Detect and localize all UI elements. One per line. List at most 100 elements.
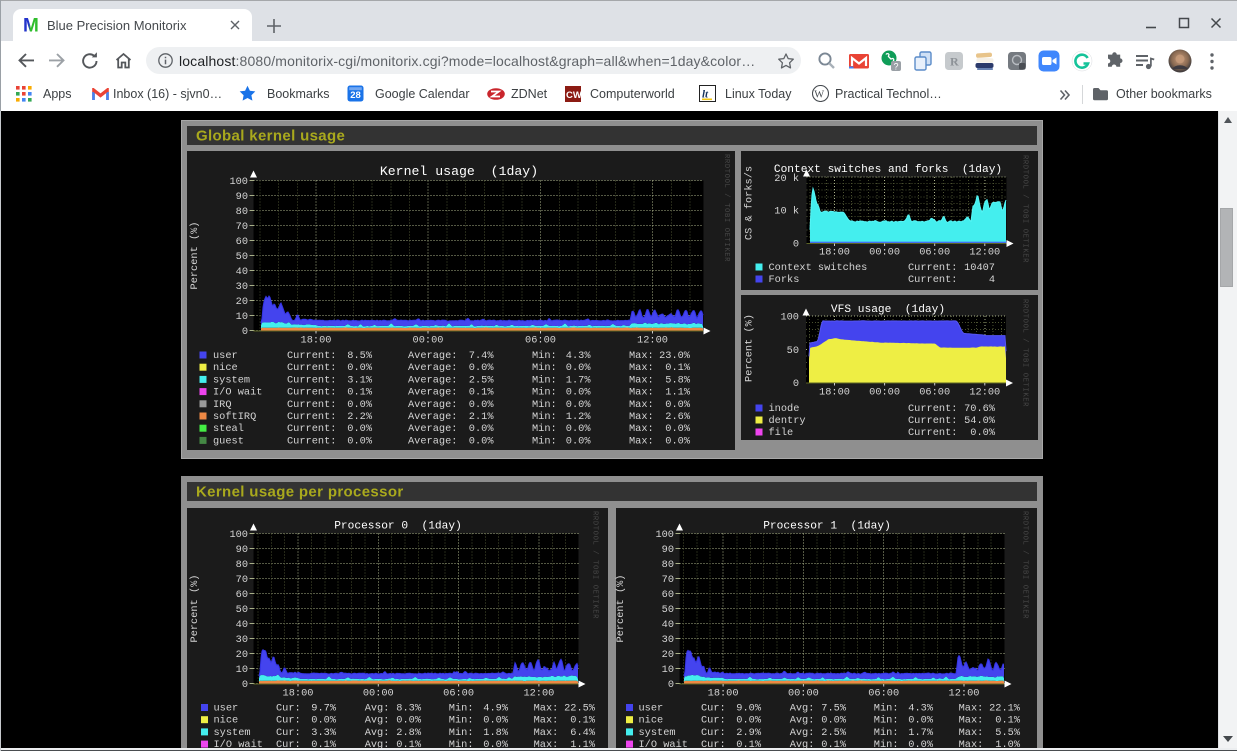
svg-text:R: R xyxy=(950,55,959,69)
svg-text:Current:: Current: xyxy=(908,415,957,427)
svg-text:54.0%: 54.0% xyxy=(964,415,996,427)
svg-text:0.1%: 0.1% xyxy=(469,387,495,399)
svg-text:Percent (%): Percent (%) xyxy=(615,575,627,643)
svg-text:Context switches: Context switches xyxy=(769,262,868,274)
svg-text:Current:: Current: xyxy=(287,435,336,447)
svg-text:Cur:: Cur: xyxy=(701,727,726,739)
svg-text:system: system xyxy=(214,727,251,739)
svg-text:CW: CW xyxy=(566,90,581,101)
svg-text:0.0%: 0.0% xyxy=(665,399,691,411)
svg-text:1.8%: 1.8% xyxy=(483,727,509,739)
svg-text:?: ? xyxy=(894,62,899,72)
svg-text:8.3%: 8.3% xyxy=(396,703,422,715)
svg-text:28: 28 xyxy=(350,90,361,101)
svg-text:0.0%: 0.0% xyxy=(469,423,495,435)
svg-text:4.9%: 4.9% xyxy=(483,703,509,715)
svg-text:0: 0 xyxy=(242,326,248,338)
svg-text:inode: inode xyxy=(769,403,800,415)
svg-text:Avg:: Avg: xyxy=(365,715,390,727)
svg-text:3.3%: 3.3% xyxy=(311,727,337,739)
svg-text:Min:: Min: xyxy=(874,703,899,715)
svg-text:0.0%: 0.0% xyxy=(347,423,373,435)
svg-text:5.5%: 5.5% xyxy=(995,727,1021,739)
svg-text:softIRQ: softIRQ xyxy=(213,411,256,423)
svg-text:Current:: Current: xyxy=(908,427,957,439)
svg-text:50: 50 xyxy=(236,251,248,263)
svg-text:Min:: Min: xyxy=(532,411,557,423)
svg-text:system: system xyxy=(213,374,250,386)
svg-text:100: 100 xyxy=(780,312,799,324)
svg-text:18:00: 18:00 xyxy=(819,247,850,259)
svg-text:0.0%: 0.0% xyxy=(821,715,847,727)
svg-text:Min:: Min: xyxy=(874,727,899,739)
svg-text:Max:: Max: xyxy=(629,435,654,447)
svg-text:1.1%: 1.1% xyxy=(665,387,691,399)
svg-text:00:00: 00:00 xyxy=(788,688,819,700)
svg-text:0.0%: 0.0% xyxy=(566,399,592,411)
svg-text:Average:: Average: xyxy=(408,423,457,435)
svg-text:0: 0 xyxy=(668,679,674,691)
svg-text:I/O wait: I/O wait xyxy=(213,387,262,399)
svg-text:Average:: Average: xyxy=(408,411,457,423)
svg-text:Percent (%): Percent (%) xyxy=(189,575,201,643)
svg-text:80: 80 xyxy=(662,559,674,571)
svg-text:Max:: Max: xyxy=(629,411,654,423)
svg-text:10: 10 xyxy=(236,311,248,323)
svg-text:00:00: 00:00 xyxy=(363,688,394,700)
svg-text:9.0%: 9.0% xyxy=(736,703,762,715)
svg-text:22.5%: 22.5% xyxy=(564,703,596,715)
svg-text:Max:: Max: xyxy=(534,703,559,715)
svg-text:Cur:: Cur: xyxy=(276,727,301,739)
svg-text:4: 4 xyxy=(989,274,995,286)
svg-text:Max:: Max: xyxy=(629,399,654,411)
svg-text:Cur:: Cur: xyxy=(701,703,726,715)
svg-text:6.4%: 6.4% xyxy=(570,727,596,739)
svg-text:0: 0 xyxy=(793,378,799,390)
svg-text:0.0%: 0.0% xyxy=(347,362,373,374)
svg-text:Processor 0 (1day): Processor 0 (1day) xyxy=(334,521,462,533)
svg-text:Average:: Average: xyxy=(408,435,457,447)
svg-text:8.5%: 8.5% xyxy=(347,350,373,362)
svg-text:CS & forks/s: CS & forks/s xyxy=(744,166,756,240)
svg-text:12:00: 12:00 xyxy=(637,335,668,347)
svg-text:100: 100 xyxy=(655,529,674,541)
svg-text:18:00: 18:00 xyxy=(708,688,739,700)
svg-text:100: 100 xyxy=(229,529,248,541)
svg-text:10 k: 10 k xyxy=(774,206,799,218)
svg-text:Min:: Min: xyxy=(532,387,557,399)
svg-text:Cur:: Cur: xyxy=(701,715,726,727)
svg-text:Current:: Current: xyxy=(287,362,336,374)
svg-text:steal: steal xyxy=(213,423,244,435)
svg-text:Min:: Min: xyxy=(532,399,557,411)
svg-text:60: 60 xyxy=(236,589,248,601)
svg-text:RRDTOOL / TOBI OETIKER: RRDTOOL / TOBI OETIKER xyxy=(591,511,599,619)
svg-text:user: user xyxy=(213,350,238,362)
svg-text:nice: nice xyxy=(639,715,664,727)
svg-text:Max:: Max: xyxy=(534,727,559,739)
svg-text:06:00: 06:00 xyxy=(525,335,556,347)
svg-text:Avg:: Avg: xyxy=(790,703,815,715)
svg-text:06:00: 06:00 xyxy=(919,247,950,259)
svg-text:Avg:: Avg: xyxy=(790,715,815,727)
svg-text:0.1%: 0.1% xyxy=(570,715,596,727)
svg-text:Kernel usage (1day): Kernel usage (1day) xyxy=(380,164,538,179)
svg-text:Kernel usage per processor: Kernel usage per processor xyxy=(196,484,404,501)
svg-text:0: 0 xyxy=(242,679,248,691)
svg-text:80: 80 xyxy=(236,206,248,218)
svg-text:Current:: Current: xyxy=(287,411,336,423)
svg-text:0.0%: 0.0% xyxy=(566,423,592,435)
svg-text:0.1%: 0.1% xyxy=(347,387,373,399)
svg-text:IRQ: IRQ xyxy=(213,399,232,411)
svg-text:80: 80 xyxy=(236,559,248,571)
svg-text:4.3%: 4.3% xyxy=(908,703,934,715)
svg-text:4.3%: 4.3% xyxy=(566,350,592,362)
svg-text:0.0%: 0.0% xyxy=(483,715,509,727)
svg-text:Global kernel usage: Global kernel usage xyxy=(196,128,345,145)
svg-text:Max:: Max: xyxy=(629,350,654,362)
svg-text:12:00: 12:00 xyxy=(949,688,980,700)
svg-text:0.0%: 0.0% xyxy=(908,715,934,727)
svg-text:Max:: Max: xyxy=(629,374,654,386)
svg-text:50: 50 xyxy=(236,604,248,616)
svg-text:2.9%: 2.9% xyxy=(736,727,762,739)
svg-text:Current:: Current: xyxy=(908,274,957,286)
